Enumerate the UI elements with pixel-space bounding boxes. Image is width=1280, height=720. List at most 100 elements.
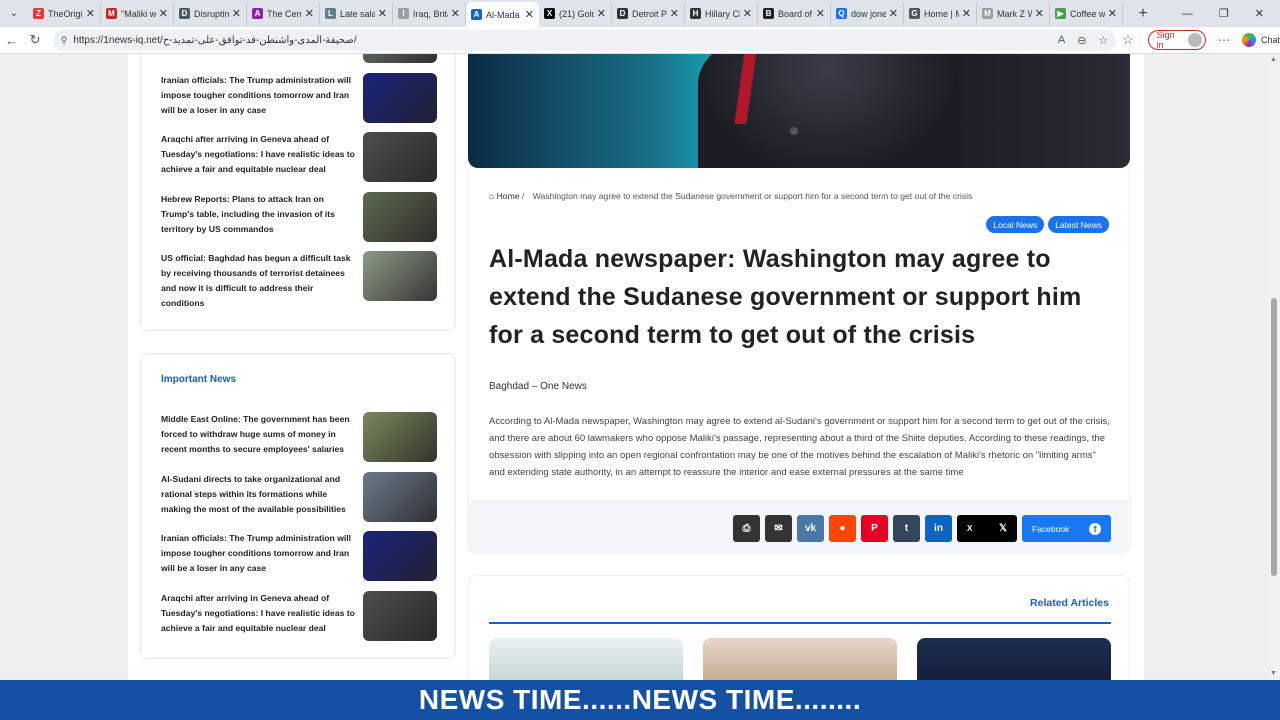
close-tab-icon[interactable]: ✕ <box>86 7 95 20</box>
news-headline[interactable]: Al-Sudani directs to take organizational… <box>161 472 356 517</box>
news-headline[interactable]: US official: Baghdad has begun a difficu… <box>161 251 356 311</box>
chat-button[interactable]: Chat <box>1241 33 1280 47</box>
news-headline[interactable]: Hebrew Reports: Plans to attack Iran on … <box>161 192 356 237</box>
close-tab-icon[interactable]: ✕ <box>451 7 460 20</box>
close-window-icon[interactable]: ✕ <box>1255 7 1264 20</box>
news-list-item[interactable]: making the most of the available possibi… <box>161 54 437 65</box>
news-ticker-banner: NEWS TIME......NEWS TIME........ <box>0 680 1280 720</box>
read-mode-icon[interactable]: ⊖ <box>1077 34 1086 47</box>
news-thumbnail[interactable] <box>363 471 437 522</box>
related-card-image[interactable] <box>703 638 897 680</box>
close-tab-icon[interactable]: ✕ <box>525 8 534 21</box>
news-list-item[interactable]: Hebrew Reports: Plans to attack Iran on … <box>161 191 437 244</box>
browser-tab[interactable]: Qdow jones✕ <box>831 2 904 25</box>
news-thumbnail[interactable] <box>363 72 437 123</box>
browser-tab[interactable]: G Home | M✕ <box>904 2 977 25</box>
reddit-share-button[interactable]: ● <box>829 515 856 542</box>
browser-tab[interactable]: H Hillary Clir✕ <box>685 2 758 25</box>
browser-tab[interactable]: ▶ Coffee wi ✕ <box>1050 2 1123 25</box>
close-tab-icon[interactable]: ✕ <box>1035 7 1044 20</box>
new-tab-button[interactable]: + <box>1133 5 1153 23</box>
news-headline[interactable]: Middle East Online: The government has b… <box>161 412 356 457</box>
close-tab-icon[interactable]: ✕ <box>816 7 825 20</box>
tab-title: Late salar <box>340 8 375 19</box>
browser-tab[interactable]: X (21) Gold ✕ <box>539 2 612 25</box>
close-tab-icon[interactable]: ✕ <box>159 7 168 20</box>
close-tab-icon[interactable]: ✕ <box>305 7 314 20</box>
share-bar: ⎙ ✉ vk ● Pt in X 𝕏 Facebook f <box>469 500 1131 554</box>
more-menu-icon[interactable]: ⋯ <box>1218 33 1230 47</box>
close-tab-icon[interactable]: ✕ <box>597 7 606 20</box>
news-list-item[interactable]: Araqchi after arriving in Geneva ahead o… <box>161 590 437 643</box>
browser-tab[interactable]: M Mark Z W✕ <box>977 2 1050 25</box>
translate-icon[interactable]: A <box>1058 34 1065 47</box>
browser-tab[interactable]: I Iraq, Britai✕ <box>393 2 466 25</box>
news-list-item[interactable]: Al-Sudani directs to take organizational… <box>161 471 437 524</box>
news-thumbnail[interactable] <box>363 251 437 301</box>
close-tab-icon[interactable]: ✕ <box>962 7 971 20</box>
browser-tab[interactable]: A Al-Mada n✕ <box>466 2 539 27</box>
news-headline[interactable]: Iranian officials: The Trump administrat… <box>161 73 356 118</box>
vk-share-button[interactable]: vk <box>797 515 824 542</box>
minimize-icon[interactable]: — <box>1182 8 1193 20</box>
pinterest-share-button[interactable]: P <box>861 515 888 542</box>
news-list-item[interactable]: Iranian officials: The Trump administrat… <box>161 72 437 125</box>
category-badge[interactable]: Latest News <box>1048 216 1109 233</box>
url-field[interactable]: ⚲ https://1news-iq.net/صحيفة-المدى-واشنط… <box>52 29 1117 51</box>
favorite-star-icon[interactable]: ☆ <box>1098 34 1108 47</box>
reload-icon[interactable]: ↻ <box>23 32 46 48</box>
home-icon[interactable]: ⌂ <box>489 191 494 201</box>
news-list-item[interactable]: Middle East Online: The government has b… <box>161 412 437 464</box>
news-headline[interactable]: Araqchi after arriving in Geneva ahead o… <box>161 132 356 177</box>
close-tab-icon[interactable]: ✕ <box>743 7 752 20</box>
close-tab-icon[interactable]: ✕ <box>232 7 241 20</box>
news-thumbnail[interactable] <box>363 531 437 581</box>
chat-label: Chat <box>1260 35 1280 45</box>
news-list-item[interactable]: Iranian officials: The Trump administrat… <box>161 531 437 583</box>
close-tab-icon[interactable]: ✕ <box>1108 7 1117 20</box>
breadcrumb-home[interactable]: Home <box>497 191 520 201</box>
scroll-down-icon[interactable]: ▼ <box>1270 670 1277 677</box>
browser-tab[interactable]: M "Maliki wi ✕ <box>101 2 174 25</box>
news-thumbnail[interactable] <box>363 590 437 641</box>
web-page: making the most of the available possibi… <box>0 54 1268 680</box>
close-tab-icon[interactable]: ✕ <box>670 7 679 20</box>
site-icon: I <box>398 8 409 19</box>
browser-tab[interactable]: L Late salar✕ <box>320 2 393 25</box>
site-info-icon[interactable]: ⚲ <box>61 35 68 46</box>
sign-in-button[interactable]: Sign in <box>1147 30 1206 50</box>
browser-tab[interactable]: D Detroit Po✕ <box>612 2 685 25</box>
news-list-item[interactable]: US official: Baghdad has begun a difficu… <box>161 251 437 308</box>
close-tab-icon[interactable]: ✕ <box>889 7 898 20</box>
related-card-image[interactable] <box>489 638 683 680</box>
news-thumbnail[interactable] <box>363 132 437 182</box>
related-card-image[interactable] <box>917 638 1111 680</box>
x-share-button[interactable]: X𝕏 <box>957 515 1017 542</box>
browser-tab[interactable]: Z TheOrigin✕ <box>28 2 101 25</box>
news-thumbnail[interactable] <box>363 412 437 462</box>
scrollbar-thumb[interactable] <box>1271 298 1277 576</box>
back-icon[interactable]: ← <box>0 33 23 48</box>
browser-tab[interactable]: B Board of F✕ <box>758 2 831 25</box>
grid-icon: D <box>179 8 190 19</box>
print-share-button[interactable]: ⎙ <box>733 515 760 542</box>
tab-title: Disrupting <box>194 8 229 19</box>
tab-search-chevron-icon[interactable]: ⌄ <box>4 4 24 24</box>
news-headline[interactable]: Iranian officials: The Trump administrat… <box>161 531 356 576</box>
close-tab-icon[interactable]: ✕ <box>378 7 387 20</box>
news-thumbnail[interactable] <box>363 54 437 63</box>
email-share-button[interactable]: ✉ <box>765 515 792 542</box>
category-badge[interactable]: Local News <box>986 216 1045 233</box>
news-list-item[interactable]: Araqchi after arriving in Geneva ahead o… <box>161 132 437 184</box>
page-scrollbar[interactable]: ▲ ▼ <box>1268 54 1280 680</box>
browser-tab[interactable]: D Disrupting✕ <box>174 2 247 25</box>
news-headline[interactable]: Araqchi after arriving in Geneva ahead o… <box>161 591 356 636</box>
restore-icon[interactable]: ❐ <box>1219 7 1229 20</box>
linkedin-share-button[interactable]: in <box>925 515 952 542</box>
facebook-share-button[interactable]: Facebook f <box>1022 515 1111 542</box>
news-thumbnail[interactable] <box>363 191 437 242</box>
scroll-up-icon[interactable]: ▲ <box>1270 56 1277 63</box>
tumblr-share-button[interactable]: t <box>893 515 920 542</box>
browser-tab[interactable]: A The Centr✕ <box>247 2 320 25</box>
collections-icon[interactable]: ☆ <box>1116 32 1139 48</box>
